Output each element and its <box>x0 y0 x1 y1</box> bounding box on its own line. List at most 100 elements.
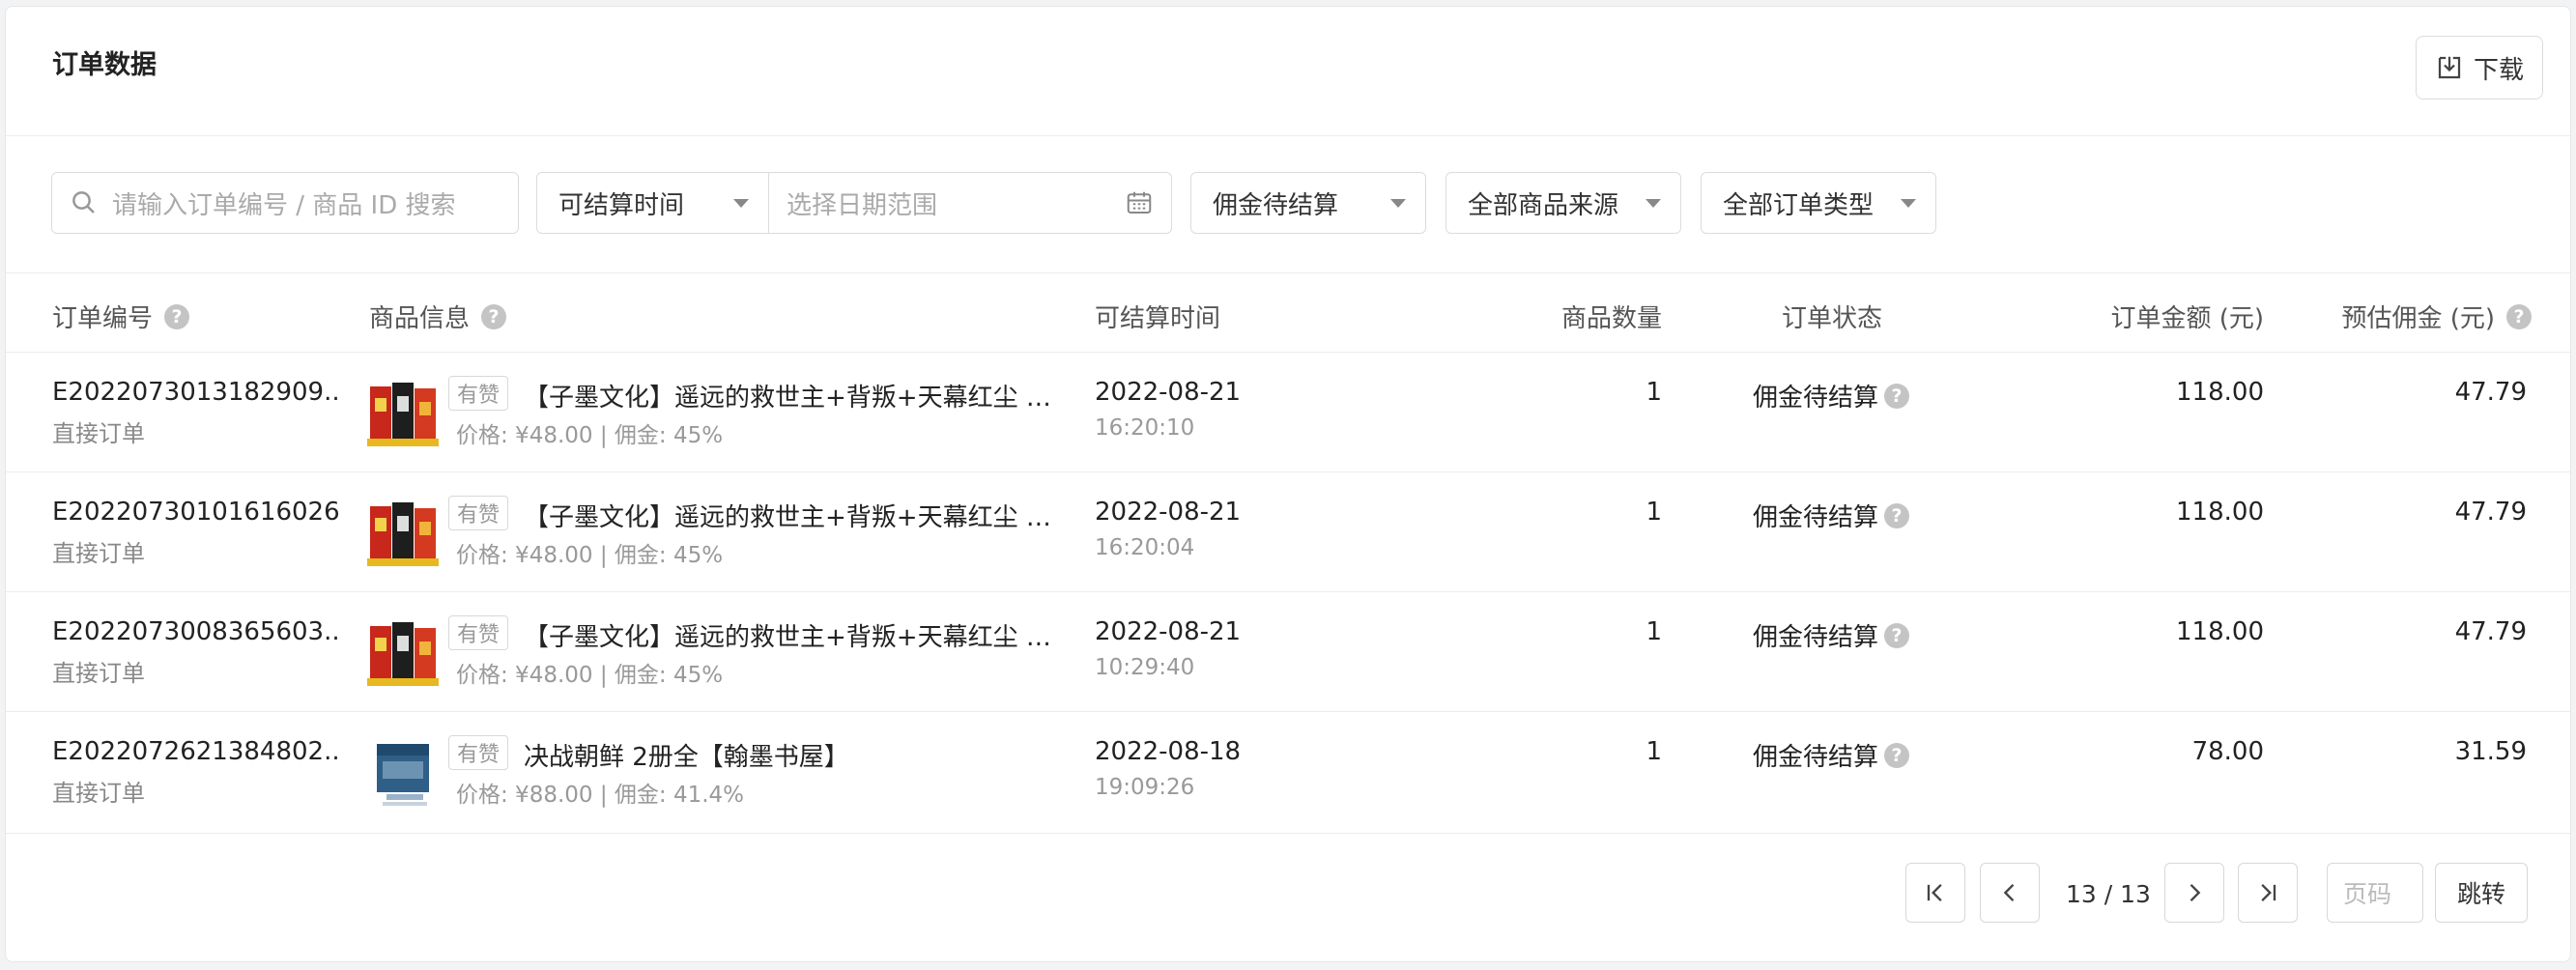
date-range-input[interactable]: 选择日期范围 <box>769 173 1171 233</box>
quantity: 1 <box>1646 498 1662 527</box>
source-tag: 有赞 <box>448 496 509 530</box>
col-order-amount-label: 订单金额 (元) <box>2110 304 2264 333</box>
pagination: 13 / 13 页码 跳转 <box>6 834 2570 969</box>
col-settle-time-label: 可结算时间 <box>1095 304 1221 333</box>
order-status: 佣金待结算 ? <box>1753 378 1910 414</box>
help-icon[interactable]: ? <box>1884 502 1910 528</box>
settle-date: 2022-08-21 <box>1095 378 1242 407</box>
book-set-image <box>367 618 439 690</box>
time-type-select[interactable]: 可结算时间 <box>537 173 769 233</box>
help-icon[interactable]: ? <box>1884 383 1910 409</box>
settle-date: 2022-08-18 <box>1095 737 1242 766</box>
product-thumbnail[interactable] <box>367 618 439 690</box>
last-page-button[interactable] <box>2238 863 2298 923</box>
search-icon <box>72 191 95 214</box>
product-thumbnail[interactable] <box>367 499 439 570</box>
col-order-id-label: 订单编号 <box>52 304 154 333</box>
order-type: 直接订单 <box>52 660 145 687</box>
settle-time-filter: 可结算时间 选择日期范围 <box>536 172 1172 234</box>
product-thumbnail[interactable] <box>367 379 439 450</box>
product-name[interactable]: 【子墨文化】遥远的救世主+背叛+天幕红尘 豆... <box>524 498 1065 533</box>
order-id[interactable]: E20220730101616026... <box>52 498 342 527</box>
product-name[interactable]: 【子墨文化】遥远的救世主+背叛+天幕红尘 豆... <box>524 617 1065 653</box>
calendar-icon <box>1127 191 1152 214</box>
order-type: 直接订单 <box>52 420 145 447</box>
product-thumbnail[interactable] <box>367 738 439 810</box>
order-status-label: 佣金待结算 <box>1753 623 1879 652</box>
est-commission: 31.59 <box>2454 737 2527 766</box>
settle-time: 19:09:26 <box>1095 775 1195 800</box>
order-status-label: 佣金待结算 <box>1753 743 1879 772</box>
product-name[interactable]: 决战朝鲜 2册全【翰墨书屋】 <box>524 737 1065 773</box>
order-status: 佣金待结算 ? <box>1753 498 1910 533</box>
download-label: 下载 <box>2473 55 2524 85</box>
col-order-amount: 订单金额 (元) <box>2110 299 2264 334</box>
order-type: 直接订单 <box>52 540 145 567</box>
table-row: E2022072621384802... 直接订单 有赞 决战朝鲜 2册全【翰墨… <box>6 712 2570 834</box>
col-order-id: 订单编号 ? <box>52 299 190 334</box>
help-icon[interactable]: ? <box>164 303 190 329</box>
col-est-commission-label: 预估佣金 (元) <box>2341 304 2495 333</box>
product-price-commission: 价格: ¥48.00 | 佣金: 45% <box>456 543 724 568</box>
product-source-select[interactable]: 全部商品来源 <box>1445 172 1681 234</box>
first-page-button[interactable] <box>1905 863 1965 923</box>
page-number-input[interactable]: 页码 <box>2327 863 2423 923</box>
jump-button[interactable]: 跳转 <box>2435 863 2528 923</box>
product-price-commission: 价格: ¥48.00 | 佣金: 45% <box>456 663 724 688</box>
settle-time: 16:20:04 <box>1095 535 1195 560</box>
order-type-select[interactable]: 全部订单类型 <box>1701 172 1936 234</box>
col-quantity: 商品数量 <box>1561 299 1662 334</box>
card-header: 订单数据 下载 <box>6 7 2570 136</box>
est-commission: 47.79 <box>2454 378 2527 407</box>
col-est-commission: 预估佣金 (元) ? <box>2341 299 2532 334</box>
help-icon[interactable]: ? <box>1884 622 1910 648</box>
help-icon[interactable]: ? <box>2506 303 2532 329</box>
page-info: 13 / 13 <box>2066 880 2151 908</box>
last-page-icon <box>2261 884 2276 901</box>
order-status: 佣金待结算 ? <box>1753 737 1910 773</box>
download-button[interactable]: 下载 <box>2416 36 2543 100</box>
settle-date: 2022-08-21 <box>1095 498 1242 527</box>
table-row: E2022073013182909... 直接订单 有赞 【子墨文化】遥远的救世… <box>6 353 2570 472</box>
chevron-right-icon <box>2190 884 2201 901</box>
quantity: 1 <box>1646 737 1662 766</box>
filter-bar: 请输入订单编号 / 商品 ID 搜索 可结算时间 选择日期范围 佣金待结算 全部… <box>6 136 2570 273</box>
date-range-placeholder: 选择日期范围 <box>787 190 938 220</box>
settle-time: 16:20:10 <box>1095 415 1195 441</box>
order-id[interactable]: E2022073008365603... <box>52 617 342 646</box>
order-amount: 118.00 <box>2176 378 2264 407</box>
commission-status-select[interactable]: 佣金待结算 <box>1190 172 1426 234</box>
source-tag: 有赞 <box>448 615 509 650</box>
chevron-down-icon <box>1901 198 1916 208</box>
col-order-status: 订单状态 <box>1782 299 1882 334</box>
help-icon[interactable]: ? <box>481 303 507 329</box>
commission-status-value: 佣金待结算 <box>1213 190 1339 220</box>
next-page-button[interactable] <box>2164 863 2224 923</box>
first-page-icon <box>1927 884 1942 901</box>
order-type: 直接订单 <box>52 780 145 807</box>
est-commission: 47.79 <box>2454 498 2527 527</box>
help-icon[interactable]: ? <box>1884 742 1910 768</box>
order-status: 佣金待结算 ? <box>1753 617 1910 653</box>
download-icon <box>2438 56 2461 79</box>
quantity: 1 <box>1646 378 1662 407</box>
product-name[interactable]: 【子墨文化】遥远的救世主+背叛+天幕红尘 豆... <box>524 378 1065 414</box>
order-amount: 78.00 <box>2191 737 2264 766</box>
product-price-commission: 价格: ¥88.00 | 佣金: 41.4% <box>456 783 745 808</box>
order-id[interactable]: E2022073013182909... <box>52 378 342 407</box>
col-product-info-label: 商品信息 <box>369 304 471 333</box>
chevron-down-icon <box>1646 198 1661 208</box>
est-commission: 47.79 <box>2454 617 2527 646</box>
table-row: E2022073008365603... 直接订单 有赞 【子墨文化】遥远的救世… <box>6 592 2570 712</box>
order-id[interactable]: E2022072621384802... <box>52 737 342 766</box>
book-blue-image <box>367 738 439 810</box>
chevron-down-icon <box>733 198 749 208</box>
order-type-value: 全部订单类型 <box>1723 190 1875 220</box>
settle-time: 10:29:40 <box>1095 655 1195 680</box>
source-tag: 有赞 <box>448 735 509 770</box>
chevron-left-icon <box>2003 884 2015 901</box>
product-source-value: 全部商品来源 <box>1468 190 1619 220</box>
prev-page-button[interactable] <box>1980 863 2040 923</box>
search-input[interactable]: 请输入订单编号 / 商品 ID 搜索 <box>51 172 519 234</box>
col-settle-time: 可结算时间 <box>1095 299 1220 334</box>
